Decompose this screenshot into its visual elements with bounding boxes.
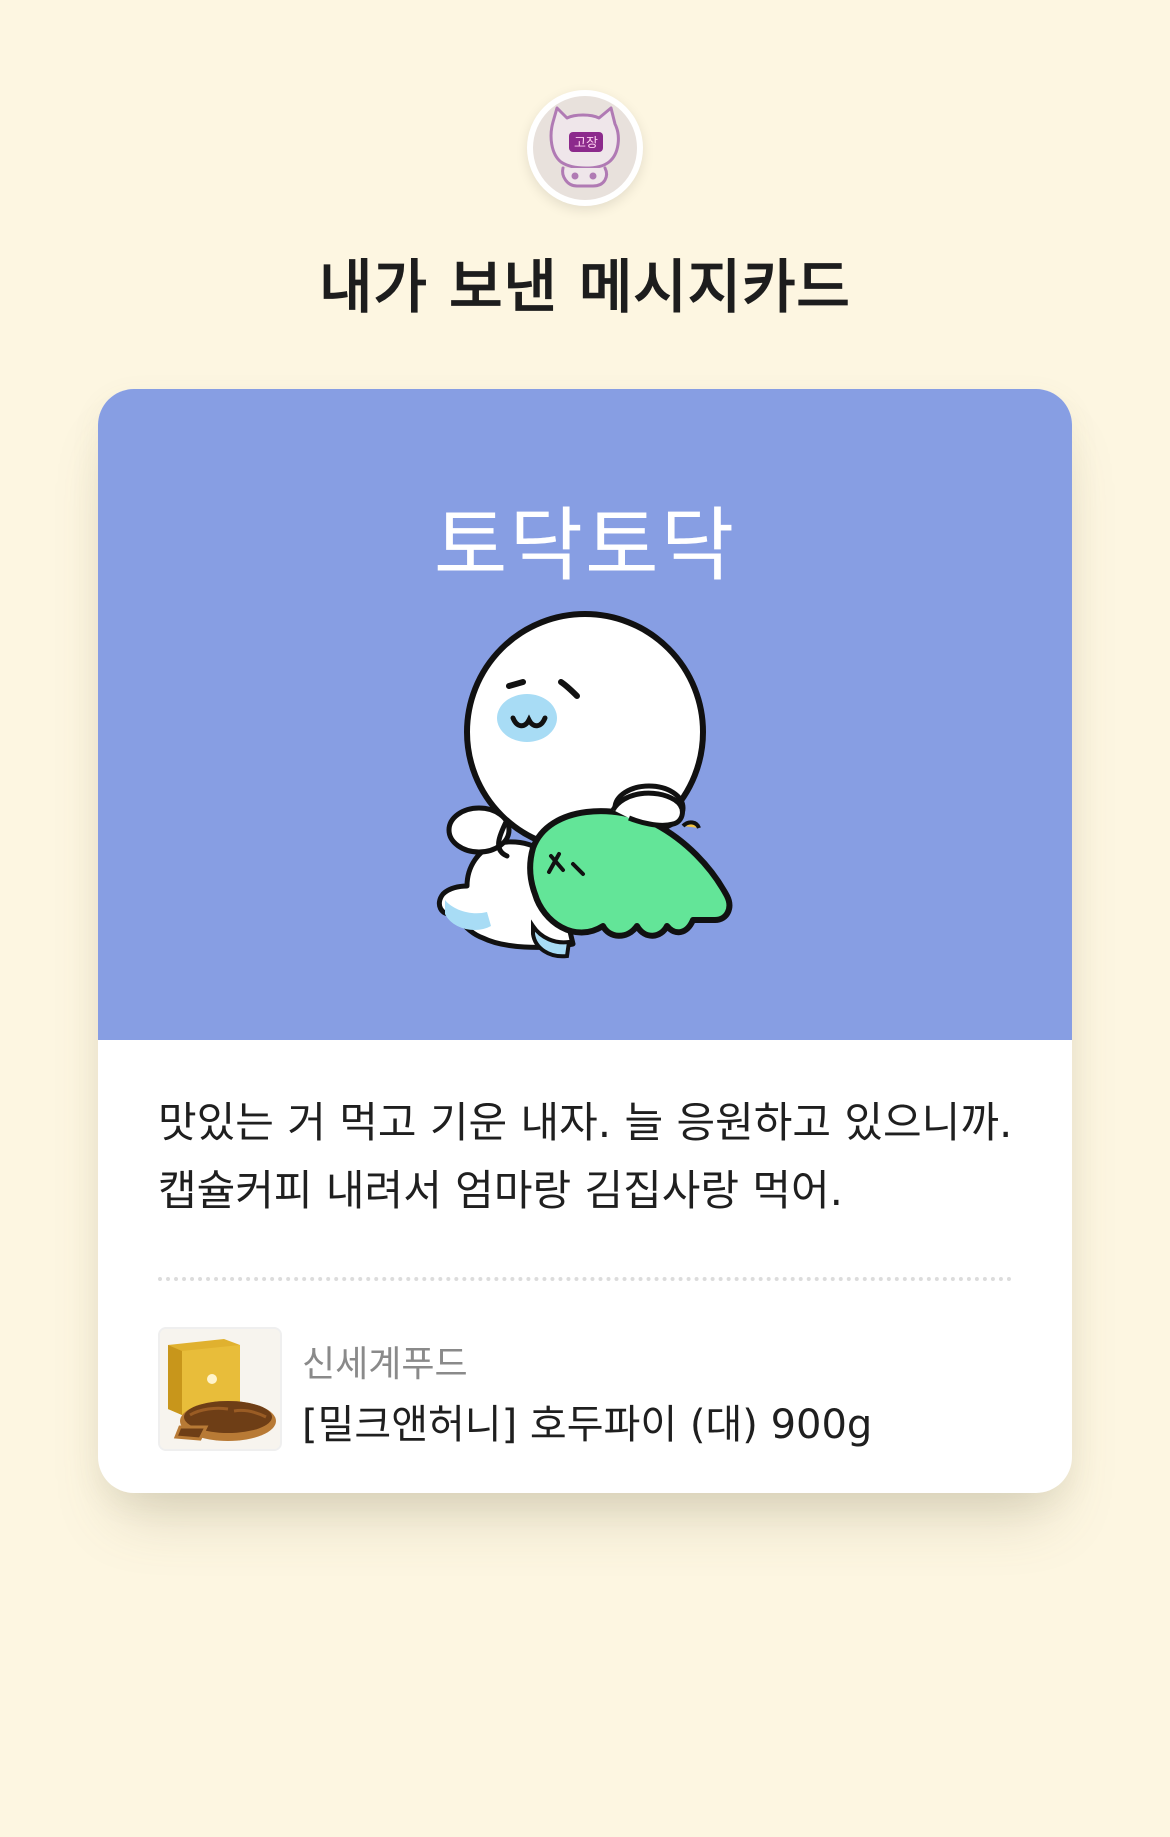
page-title: 내가 보낸 메시지카드 <box>319 253 851 321</box>
avatar-label: 고장 <box>574 136 598 151</box>
banner-text: 토닥토닥 <box>433 499 737 592</box>
card-message: 맛있는 거 먹고 기운 내자. 늘 응원하고 있으니까. 캡슐커피 내려서 엄마… <box>158 1098 1013 1215</box>
card-banner: 토닥토닥 <box>98 389 1072 1040</box>
product-name[interactable]: [밀크앤허니] 호두파이 (대) 900g <box>302 1392 872 1450</box>
message-card: 토닥토닥 맛있는 거 먹고 기운 내자. 늘 응원하고 있으니까. 캡슐커피 내… <box>98 389 1072 1493</box>
cat-avatar-icon: 고장 <box>533 96 637 200</box>
dotted-divider <box>158 1277 1012 1281</box>
hug-sticker-icon <box>383 604 783 964</box>
product-brand: 신세계푸드 <box>302 1344 468 1385</box>
profile-avatar: 고장 <box>527 90 643 206</box>
pecan-pie-thumbnail[interactable] <box>158 1327 282 1451</box>
